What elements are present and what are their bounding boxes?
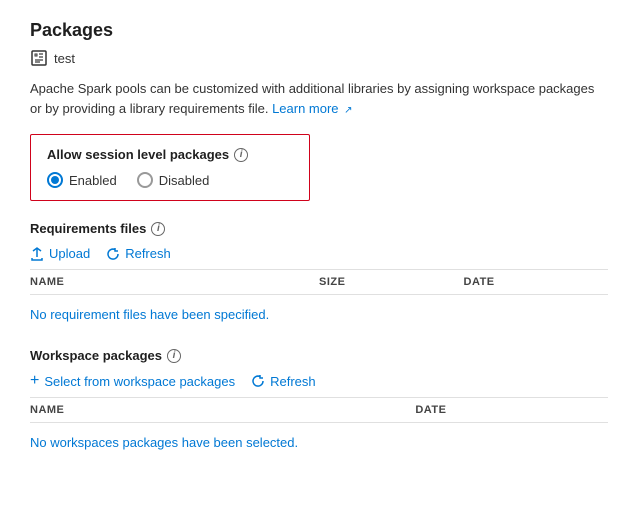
learn-more-link[interactable]: Learn more ↗: [272, 101, 353, 116]
packages-page: Packages test Apache Spark pools can be …: [0, 0, 638, 496]
disabled-radio-outer: [137, 172, 153, 188]
resource-name-label: test: [54, 51, 75, 66]
req-col-size: SIZE: [319, 276, 464, 288]
workspace-refresh-icon: [251, 374, 265, 388]
requirements-info-icon[interactable]: i: [151, 222, 165, 236]
enabled-radio-outer: [47, 172, 63, 188]
workspace-empty-message: No workspaces packages have been selecte…: [30, 429, 608, 456]
session-packages-info-icon[interactable]: i: [234, 148, 248, 162]
ws-col-name: NAME: [30, 404, 415, 416]
upload-icon: [30, 247, 44, 261]
requirements-toolbar: Upload Refresh: [30, 246, 608, 261]
resource-row: test: [30, 49, 608, 67]
enabled-radio-inner: [51, 176, 59, 184]
workspace-packages-title: Workspace packages i: [30, 348, 608, 363]
workspace-table-header: NAME DATE: [30, 397, 608, 423]
description-text: Apache Spark pools can be customized wit…: [30, 79, 608, 118]
enabled-radio-option[interactable]: Enabled: [47, 172, 117, 188]
requirements-refresh-button[interactable]: Refresh: [106, 246, 171, 261]
req-col-name: NAME: [30, 276, 319, 288]
ws-col-date: DATE: [415, 404, 608, 416]
workspace-packages-info-icon[interactable]: i: [167, 349, 181, 363]
resource-icon: [30, 49, 48, 67]
select-workspace-button[interactable]: + Select from workspace packages: [30, 373, 235, 389]
page-title: Packages: [30, 20, 608, 41]
requirements-files-title: Requirements files i: [30, 221, 608, 236]
upload-button[interactable]: Upload: [30, 246, 90, 261]
workspace-packages-section: Workspace packages i + Select from works…: [30, 348, 608, 456]
disabled-radio-option[interactable]: Disabled: [137, 172, 210, 188]
workspace-toolbar: + Select from workspace packages Refresh: [30, 373, 608, 389]
requirements-refresh-icon: [106, 247, 120, 261]
requirements-empty-message: No requirement files have been specified…: [30, 301, 608, 328]
session-packages-section: Allow session level packages i Enabled D…: [30, 134, 310, 201]
requirements-table-header: NAME SIZE DATE: [30, 269, 608, 295]
session-packages-radio-group: Enabled Disabled: [47, 172, 293, 188]
requirements-files-section: Requirements files i Upload: [30, 221, 608, 328]
external-link-icon: ↗: [344, 105, 352, 116]
req-col-date: DATE: [464, 276, 609, 288]
plus-icon: +: [30, 373, 39, 389]
session-packages-label: Allow session level packages i: [47, 147, 293, 162]
workspace-refresh-button[interactable]: Refresh: [251, 374, 316, 389]
